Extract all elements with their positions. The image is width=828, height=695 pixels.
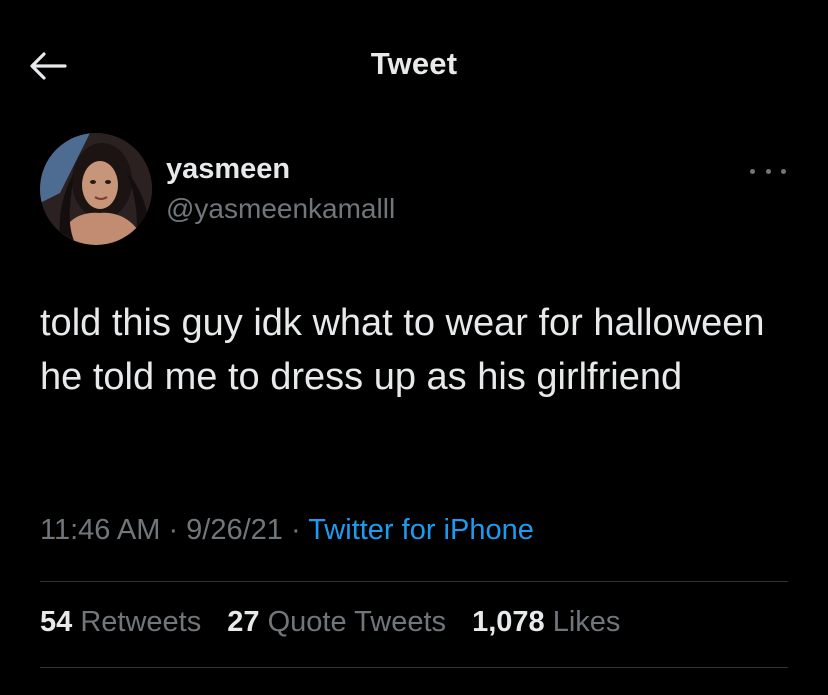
more-dot-icon: [765, 168, 771, 174]
retweets-stat[interactable]: 54 Retweets: [40, 606, 201, 638]
more-dot-icon: [781, 168, 786, 174]
divider: [40, 667, 788, 668]
quote-tweets-count: 27: [227, 606, 260, 638]
likes-stat[interactable]: 1,078 Likes: [472, 606, 620, 638]
likes-count: 1,078: [472, 606, 545, 638]
tweet-date[interactable]: 9/26/21: [186, 514, 283, 546]
tweet-stats: 54 Retweets 27 Quote Tweets 1,078 Likes: [40, 606, 638, 639]
avatar[interactable]: [40, 133, 152, 245]
separator: ·: [282, 514, 309, 546]
page-title: Tweet: [370, 46, 458, 81]
quote-tweets-label: Quote Tweets: [267, 606, 447, 638]
more-dot-icon: [750, 168, 755, 174]
user-handle[interactable]: @yasmeenkamalll: [166, 193, 395, 225]
tweet-metadata: 11:46 AM · 9/26/21 · Twitter for iPhone: [40, 514, 534, 547]
more-options-button[interactable]: [750, 160, 786, 182]
retweets-label: Retweets: [80, 606, 202, 638]
tweet-text: told this guy idk what to wear for hallo…: [40, 302, 765, 398]
profile-photo: [40, 133, 152, 245]
display-name[interactable]: yasmeen: [166, 153, 290, 186]
tweet-source[interactable]: Twitter for iPhone: [308, 514, 534, 546]
likes-label: Likes: [552, 606, 621, 638]
quote-tweets-stat[interactable]: 27 Quote Tweets: [227, 606, 446, 638]
tweet-time[interactable]: 11:46 AM: [40, 514, 160, 546]
divider: [40, 581, 788, 582]
top-bar: Tweet: [0, 0, 828, 130]
retweets-count: 54: [40, 606, 73, 638]
separator: ·: [160, 514, 187, 546]
